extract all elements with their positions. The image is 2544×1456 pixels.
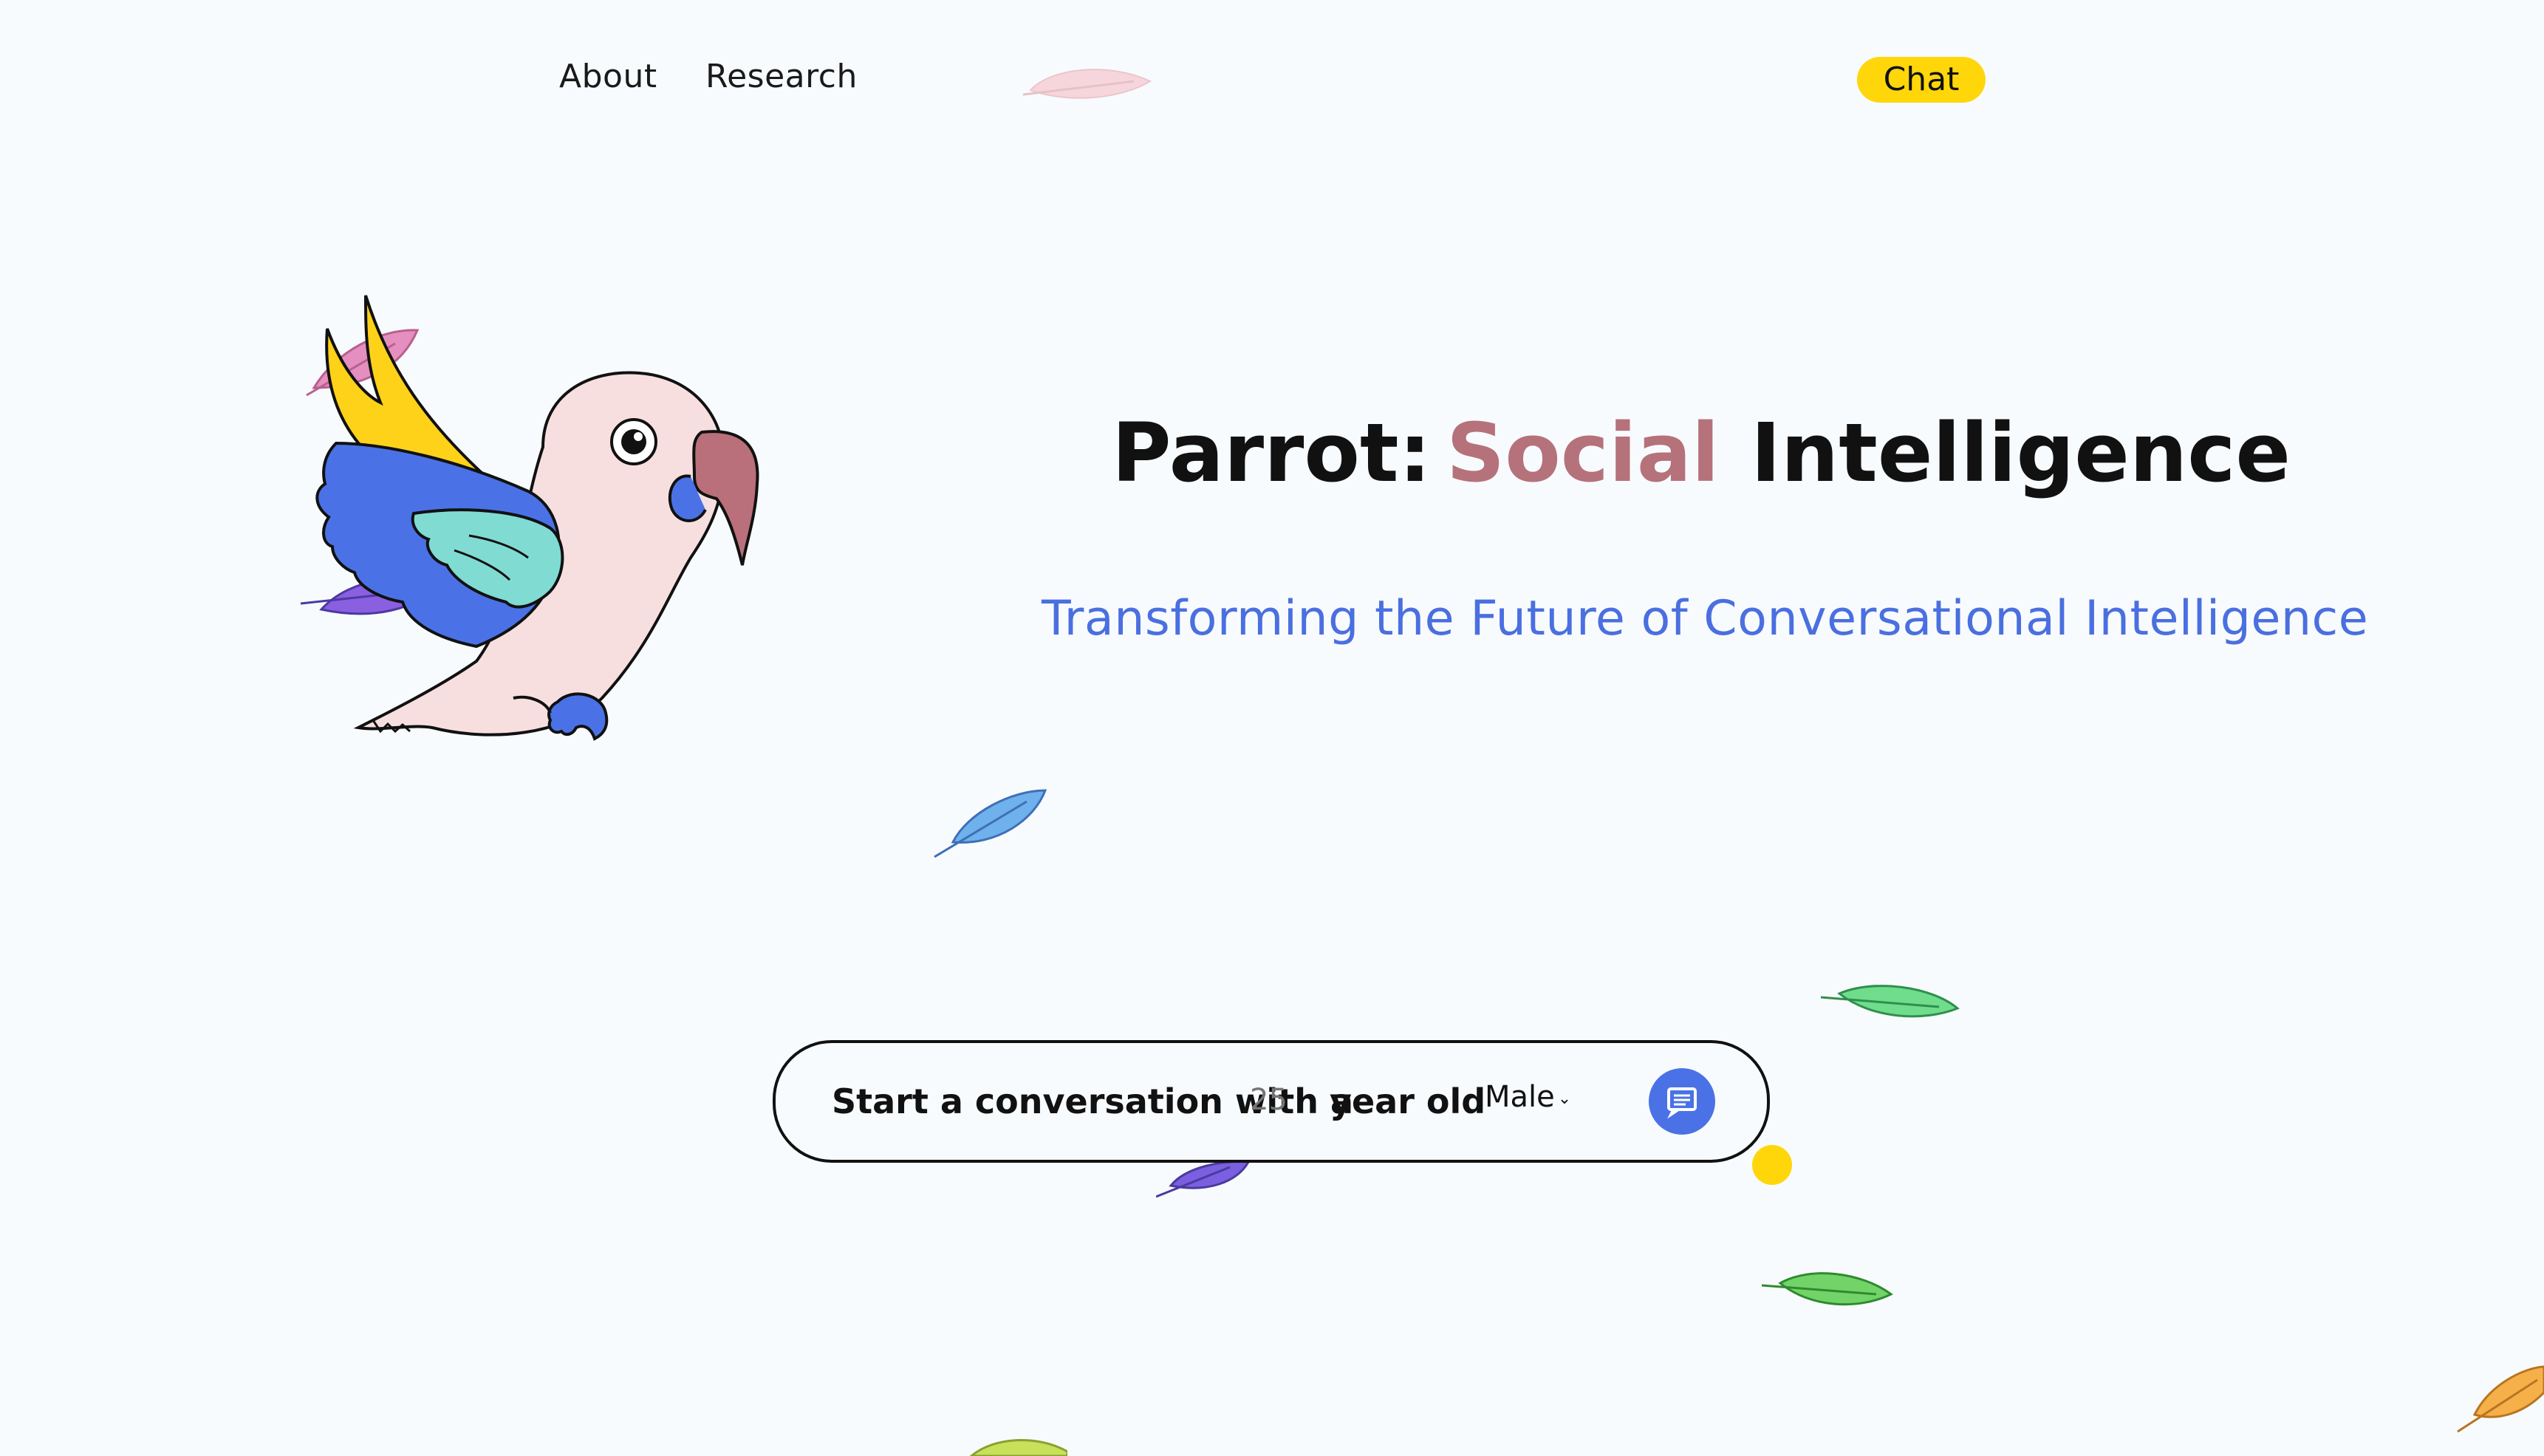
chat-button[interactable]: Chat bbox=[1857, 57, 1986, 103]
orange-feather-icon bbox=[2457, 1365, 2544, 1433]
accent-dot bbox=[1752, 1145, 1792, 1185]
pink-feather-icon bbox=[1023, 69, 1152, 99]
parrot-illustration bbox=[300, 295, 759, 741]
hero-subtitle: Transforming the Future of Conversationa… bbox=[1042, 591, 2369, 646]
gender-value: Male bbox=[1485, 1080, 1555, 1114]
nav-about-link[interactable]: About bbox=[559, 58, 657, 95]
message-icon bbox=[1667, 1087, 1697, 1119]
nav-research-link[interactable]: Research bbox=[705, 58, 858, 95]
conversation-middle-text: year old bbox=[1330, 1081, 1486, 1121]
gender-select[interactable]: Male ⌄ bbox=[1485, 1080, 1571, 1114]
green-feather-2-icon bbox=[1762, 1272, 1893, 1306]
chevron-down-icon: ⌄ bbox=[1557, 1089, 1572, 1108]
blue-feather-icon bbox=[934, 789, 1047, 858]
purple-feather-icon bbox=[1156, 1161, 1251, 1198]
start-chat-button[interactable] bbox=[1649, 1068, 1715, 1135]
title-word-parrot: Parrot: bbox=[1112, 406, 1432, 500]
green-feather-icon bbox=[1821, 985, 1960, 1018]
title-word-social: Social bbox=[1446, 406, 1720, 500]
conversation-starter: Start a conversation with a year old Mal… bbox=[773, 1040, 1770, 1163]
title-word-intelligence: Intelligence bbox=[1751, 406, 2291, 500]
lime-feather-icon bbox=[969, 1438, 1067, 1456]
age-input[interactable] bbox=[1248, 1077, 1310, 1123]
